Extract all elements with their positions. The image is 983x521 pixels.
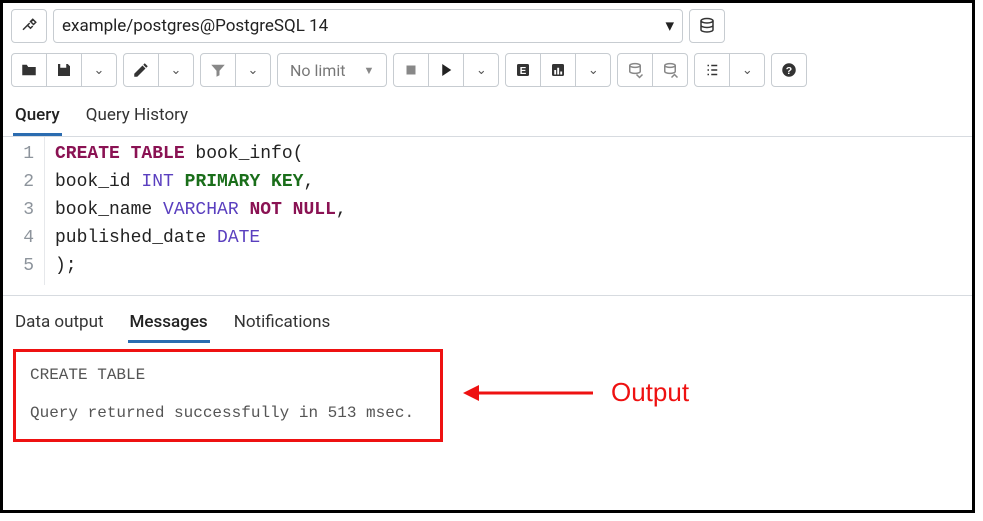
svg-text:?: ? xyxy=(786,65,792,77)
chevron-down-icon: ⌄ xyxy=(171,62,182,78)
line-gutter: 1 2 3 4 5 xyxy=(3,137,45,285)
database-icon xyxy=(698,17,716,35)
save-dropdown[interactable]: ⌄ xyxy=(81,53,117,87)
play-icon xyxy=(437,61,455,79)
output-tabs: Data output Messages Notifications xyxy=(3,295,972,343)
chevron-down-icon: ⌄ xyxy=(94,62,105,78)
commit-icon xyxy=(626,61,644,79)
editor-tabs: Query Query History xyxy=(3,95,972,137)
triangle-down-icon: ▼ xyxy=(363,64,374,77)
edit-button[interactable] xyxy=(123,53,159,87)
macros-dropdown[interactable]: ⌄ xyxy=(729,53,765,87)
commit-button[interactable] xyxy=(617,53,653,87)
code-area[interactable]: CREATE TABLE book_info( book_id INT PRIM… xyxy=(45,137,357,285)
file-group: ⌄ xyxy=(11,53,117,87)
run-group: ⌄ xyxy=(393,53,499,87)
chevron-down-icon: ⌄ xyxy=(742,62,753,78)
tab-data-output[interactable]: Data output xyxy=(13,306,106,343)
execute-button[interactable] xyxy=(428,53,464,87)
help-button[interactable]: ? xyxy=(771,53,807,87)
edit-dropdown[interactable]: ⌄ xyxy=(158,53,194,87)
chevron-down-icon: ⌄ xyxy=(588,62,599,78)
stop-icon xyxy=(402,61,420,79)
messages-box: CREATE TABLE Query returned successfully… xyxy=(13,349,443,442)
plug-icon xyxy=(20,17,38,35)
execute-dropdown[interactable]: ⌄ xyxy=(463,53,499,87)
open-button[interactable] xyxy=(11,53,47,87)
connection-bar: example/postgres@PostgreSQL 14 ▾ xyxy=(3,3,972,49)
macros-button[interactable] xyxy=(694,53,730,87)
explain-icon: E xyxy=(514,61,532,79)
app-frame: example/postgres@PostgreSQL 14 ▾ ⌄ ⌄ xyxy=(0,0,975,513)
analyze-button[interactable] xyxy=(540,53,576,87)
edit-group: ⌄ xyxy=(123,53,194,87)
row-limit-label: No limit xyxy=(290,61,345,80)
chevron-down-icon: ⌄ xyxy=(248,62,259,78)
chevron-down-icon: ⌄ xyxy=(476,62,487,78)
stop-button[interactable] xyxy=(393,53,429,87)
message-line: CREATE TABLE xyxy=(30,360,426,390)
filter-button[interactable] xyxy=(200,53,236,87)
tab-notifications[interactable]: Notifications xyxy=(232,306,333,343)
row-limit-select[interactable]: No limit ▼ xyxy=(277,53,387,87)
svg-text:E: E xyxy=(520,66,527,77)
connection-select[interactable]: example/postgres@PostgreSQL 14 ▾ xyxy=(53,9,683,43)
annotation-label: Output xyxy=(611,377,689,408)
save-icon xyxy=(55,61,73,79)
rollback-button[interactable] xyxy=(652,53,688,87)
database-button[interactable] xyxy=(689,9,725,43)
save-button[interactable] xyxy=(46,53,82,87)
sql-editor[interactable]: 1 2 3 4 5 CREATE TABLE book_info( book_i… xyxy=(3,137,972,285)
folder-icon xyxy=(20,61,38,79)
arrow-icon xyxy=(463,381,593,405)
filter-dropdown[interactable]: ⌄ xyxy=(235,53,271,87)
tab-query[interactable]: Query xyxy=(13,99,62,136)
connection-label: example/postgres@PostgreSQL 14 xyxy=(62,16,328,36)
annotation-arrow: Output xyxy=(463,377,689,408)
pencil-icon xyxy=(132,61,150,79)
disconnect-button[interactable] xyxy=(11,9,47,43)
tab-messages[interactable]: Messages xyxy=(128,306,210,343)
messages-panel: CREATE TABLE Query returned successfully… xyxy=(3,343,972,452)
help-icon: ? xyxy=(780,61,798,79)
explain-group: E ⌄ xyxy=(505,53,611,87)
analyze-dropdown[interactable]: ⌄ xyxy=(575,53,611,87)
message-line: Query returned successfully in 513 msec. xyxy=(30,398,426,428)
bar-chart-icon xyxy=(549,61,567,79)
rollback-icon xyxy=(661,61,679,79)
filter-icon xyxy=(209,61,227,79)
tab-query-history[interactable]: Query History xyxy=(84,99,190,136)
list-icon xyxy=(703,61,721,79)
macros-group: ⌄ xyxy=(694,53,765,87)
filter-group: ⌄ xyxy=(200,53,271,87)
chevron-down-icon: ▾ xyxy=(665,16,674,36)
toolbar: ⌄ ⌄ ⌄ No limit ▼ ⌄ xyxy=(3,49,972,95)
transaction-group xyxy=(617,53,688,87)
explain-button[interactable]: E xyxy=(505,53,541,87)
